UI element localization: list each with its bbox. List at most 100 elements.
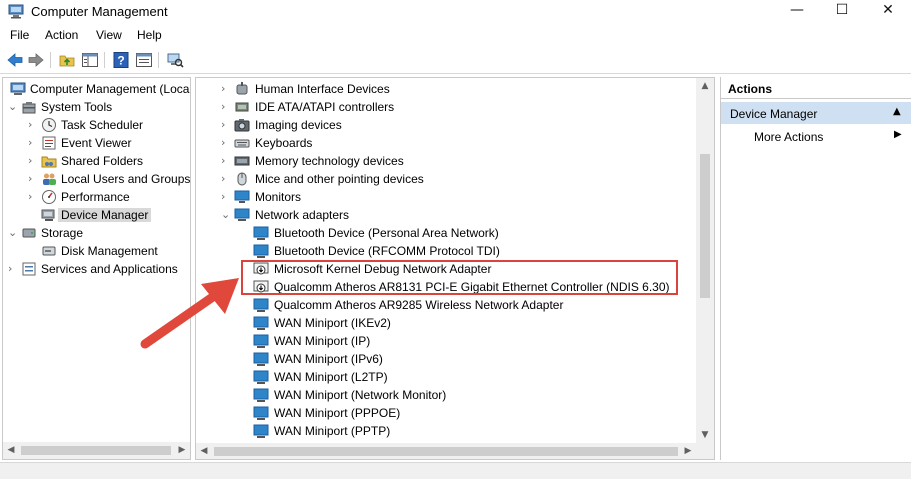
scrollbar-thumb[interactable] bbox=[21, 446, 171, 455]
chevron-right-icon[interactable]: › bbox=[28, 118, 38, 131]
tree-label: Shared Folders bbox=[61, 154, 144, 168]
toolbar: ? bbox=[0, 46, 911, 74]
toolbar-separator bbox=[50, 52, 51, 68]
annotation-highlight-box bbox=[241, 260, 678, 295]
left-horizontal-scrollbar[interactable]: ◀ ▶ bbox=[3, 442, 190, 459]
actions-header: Actions bbox=[721, 77, 911, 99]
scan-hardware-icon[interactable] bbox=[166, 51, 184, 69]
status-bar bbox=[0, 462, 911, 479]
network-adapter-icon bbox=[253, 244, 269, 258]
network-adapter-icon bbox=[253, 424, 269, 438]
chevron-right-icon[interactable]: › bbox=[221, 154, 231, 167]
computer-management-icon bbox=[8, 4, 24, 19]
chevron-right-icon[interactable]: › bbox=[28, 190, 38, 203]
close-button[interactable]: ✕ bbox=[865, 0, 911, 22]
actions-section-device-manager[interactable]: Device Manager ▲ bbox=[721, 102, 911, 124]
chevron-right-icon[interactable]: › bbox=[221, 100, 231, 113]
scrollbar-thumb[interactable] bbox=[700, 154, 710, 298]
svg-text:?: ? bbox=[117, 54, 124, 68]
chevron-down-icon[interactable]: ⌄ bbox=[8, 226, 18, 239]
event-viewer-icon bbox=[42, 136, 56, 150]
computer-management-icon bbox=[10, 82, 26, 95]
network-adapter-label: WAN Miniport (L2TP) bbox=[274, 370, 388, 384]
network-adapter-label: Bluetooth Device (RFCOMM Protocol TDI) bbox=[274, 244, 500, 258]
tree-label: Performance bbox=[61, 190, 130, 204]
menu-action[interactable]: Action bbox=[45, 28, 78, 42]
tree-label: Device Manager bbox=[58, 208, 152, 222]
annotation-arrow-icon bbox=[140, 278, 239, 349]
performance-icon bbox=[42, 190, 56, 204]
network-adapter-icon bbox=[253, 334, 269, 348]
device-list-horizontal-scrollbar[interactable]: ◀ ▶ bbox=[196, 443, 714, 459]
mouse-icon bbox=[237, 172, 247, 186]
chevron-right-icon[interactable]: › bbox=[28, 154, 38, 167]
memory-icon bbox=[234, 156, 250, 166]
tools-icon bbox=[22, 102, 36, 114]
title-bar: Computer Management — ☐ ✕ bbox=[0, 0, 911, 24]
device-list-vertical-scrollbar[interactable]: ▲ ▼ bbox=[696, 78, 714, 443]
actions-pane: Actions Device Manager ▲ More Actions ▶ bbox=[720, 77, 911, 460]
maximize-button[interactable]: ☐ bbox=[819, 0, 865, 22]
chevron-right-icon[interactable]: › bbox=[221, 172, 231, 185]
chevron-right-icon[interactable]: › bbox=[8, 262, 18, 275]
chevron-down-icon[interactable]: ⌄ bbox=[221, 208, 231, 221]
clock-icon bbox=[42, 118, 56, 132]
scroll-right-icon[interactable]: ▶ bbox=[174, 442, 190, 459]
keyboard-icon bbox=[234, 139, 250, 148]
storage-icon bbox=[22, 228, 36, 238]
services-icon bbox=[22, 262, 36, 276]
scroll-left-icon[interactable]: ◀ bbox=[3, 442, 19, 459]
menu-view[interactable]: View bbox=[96, 28, 122, 42]
help-icon[interactable]: ? bbox=[112, 51, 130, 69]
chevron-right-icon[interactable]: › bbox=[221, 136, 231, 149]
network-adapter-label: WAN Miniport (PPTP) bbox=[274, 424, 391, 438]
toolbar-separator bbox=[104, 52, 105, 68]
device-category-label: Keyboards bbox=[255, 136, 313, 150]
network-adapter-label: Bluetooth Device (Personal Area Network) bbox=[274, 226, 499, 240]
menu-file[interactable]: File bbox=[10, 28, 29, 42]
network-adapter-icon bbox=[253, 388, 269, 402]
scrollbar-thumb[interactable] bbox=[214, 447, 678, 456]
menu-help[interactable]: Help bbox=[137, 28, 162, 42]
tree-label: Disk Management bbox=[61, 244, 158, 258]
back-arrow-icon[interactable] bbox=[6, 51, 24, 69]
chevron-right-icon[interactable]: › bbox=[221, 118, 231, 131]
chevron-right-icon[interactable]: › bbox=[221, 82, 231, 95]
device-category-label: IDE ATA/ATAPI controllers bbox=[255, 100, 395, 114]
up-folder-icon[interactable] bbox=[58, 51, 76, 69]
tree-label: Local Users and Groups bbox=[61, 172, 191, 186]
properties-icon[interactable] bbox=[135, 51, 153, 69]
window-title: Computer Management bbox=[31, 4, 168, 19]
tree-label: Event Viewer bbox=[61, 136, 132, 150]
tree-label: Task Scheduler bbox=[61, 118, 144, 132]
tree-label: Computer Management (Local bbox=[30, 82, 191, 96]
scroll-up-icon[interactable]: ▲ bbox=[696, 78, 714, 94]
users-icon bbox=[43, 173, 56, 185]
chevron-right-icon[interactable]: › bbox=[28, 136, 38, 149]
device-category-label: Network adapters bbox=[255, 208, 350, 222]
scroll-down-icon[interactable]: ▼ bbox=[696, 427, 714, 443]
chevron-right-icon[interactable]: › bbox=[221, 190, 231, 203]
chevron-right-icon[interactable]: › bbox=[28, 172, 38, 185]
network-adapter-label: WAN Miniport (Network Monitor) bbox=[274, 388, 447, 402]
scroll-right-icon[interactable]: ▶ bbox=[680, 443, 696, 459]
chevron-down-icon[interactable]: ⌄ bbox=[8, 100, 18, 113]
more-actions-item[interactable]: More Actions ▶ bbox=[721, 127, 911, 147]
actions-title: Actions bbox=[728, 82, 773, 96]
network-adapter-icon bbox=[253, 298, 269, 312]
collapse-up-icon[interactable]: ▲ bbox=[893, 106, 901, 117]
network-adapter-icon bbox=[253, 226, 269, 240]
forward-arrow-icon[interactable] bbox=[27, 51, 45, 69]
network-adapter-icon bbox=[253, 352, 269, 366]
toolbar-separator bbox=[158, 52, 159, 68]
minimize-button[interactable]: — bbox=[774, 0, 820, 22]
device-category-label: Mice and other pointing devices bbox=[255, 172, 424, 186]
submenu-arrow-icon: ▶ bbox=[894, 129, 902, 140]
network-adapter-label: Qualcomm Atheros AR9285 Wireless Network… bbox=[274, 298, 564, 312]
show-hide-tree-icon[interactable] bbox=[81, 51, 99, 69]
network-adapter-icon bbox=[253, 370, 269, 384]
scroll-left-icon[interactable]: ◀ bbox=[196, 443, 212, 459]
network-adapter-icon bbox=[253, 406, 269, 420]
console-tree[interactable]: Computer Management (Local ⌄ System Tool… bbox=[2, 77, 191, 460]
menu-bar: File Action View Help bbox=[0, 25, 911, 45]
